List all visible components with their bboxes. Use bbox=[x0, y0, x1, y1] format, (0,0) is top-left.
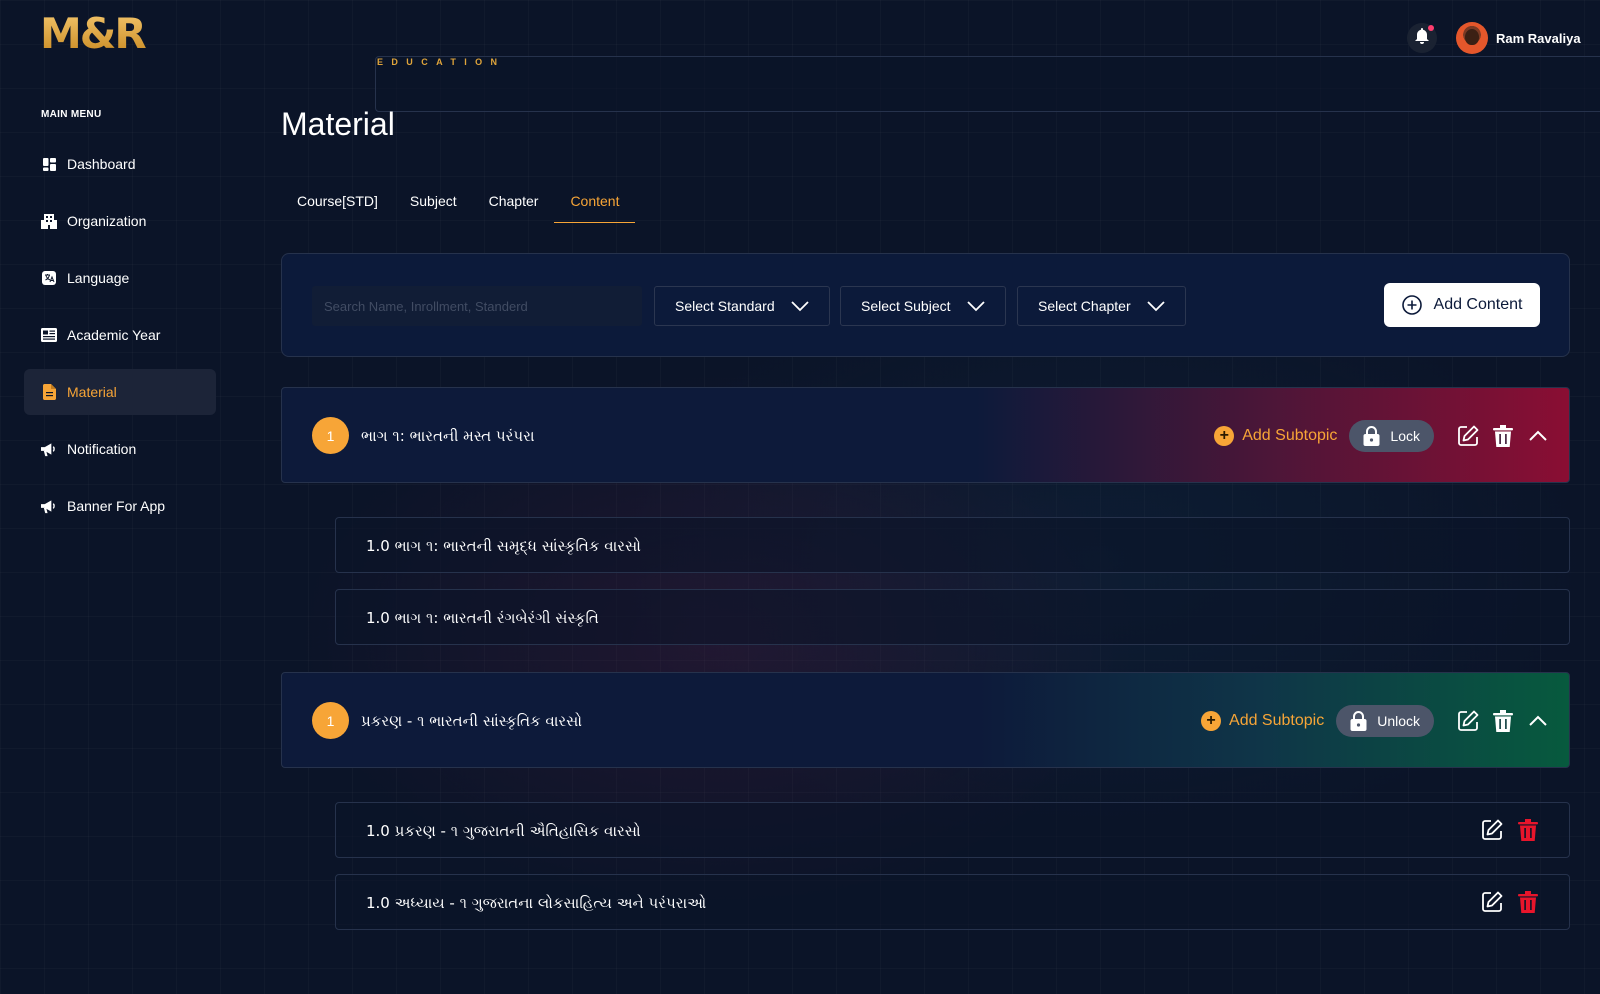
topic-actions: + Add Subtopic Lock bbox=[1214, 419, 1551, 453]
megaphone-icon bbox=[41, 441, 57, 457]
subtopic-actions bbox=[1469, 889, 1541, 915]
sidebar-item-label: Dashboard bbox=[67, 156, 136, 172]
tab-course-std[interactable]: Course[STD] bbox=[281, 183, 394, 223]
chevron-up-icon[interactable] bbox=[1525, 423, 1551, 449]
subtopic-title: 1.0 પ્રકરણ - ૧ ગુજરાતની ઐતિહાસિક વારસો bbox=[366, 822, 641, 840]
sidebar-item-label: Academic Year bbox=[67, 327, 161, 343]
translate-icon bbox=[41, 270, 57, 286]
subtopic-actions bbox=[1469, 817, 1541, 843]
sidebar-item-dashboard[interactable]: Dashboard bbox=[24, 141, 216, 187]
trash-icon[interactable] bbox=[1490, 708, 1516, 734]
select-chapter-dropdown[interactable]: Select Chapter bbox=[1017, 286, 1186, 326]
sidebar-item-label: Notification bbox=[67, 441, 137, 457]
logo-subtitle: EDUCATION bbox=[375, 56, 1600, 112]
plus-icon: + bbox=[1201, 711, 1222, 731]
filter-panel: Select Standard Select Subject Select Ch… bbox=[281, 253, 1570, 357]
sidebar-item-academic-year[interactable]: Academic Year bbox=[24, 312, 216, 358]
lock-label: Unlock bbox=[1377, 713, 1420, 729]
topic-number: 1 bbox=[312, 417, 349, 454]
document-icon bbox=[41, 384, 57, 400]
select-standard-dropdown[interactable]: Select Standard bbox=[654, 286, 830, 326]
unlock-toggle-button[interactable]: Unlock bbox=[1336, 705, 1434, 737]
lock-label: Lock bbox=[1390, 428, 1420, 444]
sidebar-item-label: Banner For App bbox=[67, 498, 166, 514]
trash-icon[interactable] bbox=[1490, 423, 1516, 449]
sidebar-item-notification[interactable]: Notification bbox=[24, 426, 216, 472]
tab-subject[interactable]: Subject bbox=[394, 183, 473, 223]
tab-chapter[interactable]: Chapter bbox=[473, 183, 555, 223]
avatar[interactable] bbox=[1456, 22, 1488, 54]
logo-mark: M&R bbox=[40, 12, 160, 56]
topic-card[interactable]: 1 પ્રકરણ - ૧ ભારતની સાંસ્કૃતિક વારસો + A… bbox=[281, 672, 1570, 768]
sidebar-item-label: Language bbox=[67, 270, 130, 286]
newspaper-icon bbox=[41, 327, 57, 343]
dashboard-icon bbox=[41, 156, 57, 172]
sidebar-item-organization[interactable]: Organization bbox=[24, 198, 216, 244]
sidebar-item-label: Material bbox=[67, 384, 117, 400]
topic-actions: + Add Subtopic Unlock bbox=[1201, 704, 1551, 738]
subtopic-title: 1.0 અધ્યાય - ૧ ગુજરાતના લોકસાહિત્ય અને પ… bbox=[366, 894, 707, 912]
megaphone-icon bbox=[41, 498, 57, 514]
lock-icon bbox=[1350, 711, 1367, 731]
chevron-down-icon bbox=[1147, 299, 1165, 315]
page-title: Material bbox=[281, 106, 395, 142]
topic-title: પ્રકરણ - ૧ ભારતની સાંસ્કૃતિક વારસો bbox=[361, 712, 583, 730]
main-menu-title: MAIN MENU bbox=[41, 109, 102, 120]
chevron-down-icon bbox=[967, 299, 985, 315]
plus-icon: + bbox=[1214, 426, 1235, 446]
add-content-button[interactable]: Add Content bbox=[1384, 283, 1540, 327]
subtopic-row[interactable]: 1.0 પ્રકરણ - ૧ ગુજરાતની ઐતિહાસિક વારસો bbox=[335, 802, 1570, 858]
lock-icon bbox=[1363, 426, 1380, 446]
subtopic-row[interactable]: 1.0 અધ્યાય - ૧ ગુજરાતના લોકસાહિત્ય અને પ… bbox=[335, 874, 1570, 930]
add-subtopic-label: Add Subtopic bbox=[1229, 712, 1325, 729]
subtopic-title: 1.0 ભાગ ૧: ભારતની સમૃદ્ધ સાંસ્કૃતિક વારસ… bbox=[366, 537, 641, 555]
select-subject-dropdown[interactable]: Select Subject bbox=[840, 286, 1006, 326]
lock-toggle-button[interactable]: Lock bbox=[1349, 420, 1434, 452]
search-input[interactable] bbox=[312, 286, 642, 326]
sidebar-item-label: Organization bbox=[67, 213, 147, 229]
add-content-label: Add Content bbox=[1433, 296, 1523, 313]
brand-logo: M&R EDUCATION bbox=[40, 12, 1600, 112]
sidebar-item-language[interactable]: Language bbox=[24, 255, 216, 301]
chevron-up-icon[interactable] bbox=[1525, 708, 1551, 734]
select-chapter-label: Select Chapter bbox=[1038, 298, 1131, 314]
trash-icon[interactable] bbox=[1515, 817, 1541, 843]
bell-icon bbox=[1415, 27, 1429, 49]
select-subject-label: Select Subject bbox=[861, 298, 951, 314]
subtopic-row[interactable]: 1.0 ભાગ ૧: ભારતની રંગબેરંગી સંસ્કૃતિ bbox=[335, 589, 1570, 645]
add-subtopic-label: Add Subtopic bbox=[1242, 427, 1338, 444]
edit-icon[interactable] bbox=[1455, 708, 1481, 734]
building-icon bbox=[41, 213, 57, 229]
topic-title: ભાગ ૧: ભારતની મસ્ત પરંપરા bbox=[361, 427, 535, 445]
tab-content[interactable]: Content bbox=[554, 183, 636, 223]
subtopic-title: 1.0 ભાગ ૧: ભારતની રંગબેરંગી સંસ્કૃતિ bbox=[366, 609, 599, 627]
user-name[interactable]: Ram Ravaliya bbox=[1496, 31, 1581, 46]
notification-bell-button[interactable] bbox=[1407, 23, 1437, 53]
topic-card[interactable]: 1 ભાગ ૧: ભારતની મસ્ત પરંપરા + Add Subtop… bbox=[281, 387, 1570, 483]
edit-icon[interactable] bbox=[1479, 817, 1505, 843]
edit-icon[interactable] bbox=[1455, 423, 1481, 449]
chevron-down-icon bbox=[791, 299, 809, 315]
add-subtopic-button[interactable]: + Add Subtopic bbox=[1201, 711, 1324, 731]
sidebar-item-material[interactable]: Material bbox=[24, 369, 216, 415]
select-standard-label: Select Standard bbox=[675, 298, 775, 314]
sidebar-item-banner-for-app[interactable]: Banner For App bbox=[24, 483, 216, 529]
material-tabs: Course[STD] Subject Chapter Content bbox=[281, 183, 636, 223]
notification-dot bbox=[1428, 25, 1434, 31]
sidebar-nav: Dashboard Organization Language Academic… bbox=[24, 141, 216, 540]
plus-circle-icon bbox=[1401, 295, 1422, 315]
subtopic-row[interactable]: 1.0 ભાગ ૧: ભારતની સમૃદ્ધ સાંસ્કૃતિક વારસ… bbox=[335, 517, 1570, 573]
trash-icon[interactable] bbox=[1515, 889, 1541, 915]
edit-icon[interactable] bbox=[1479, 889, 1505, 915]
topic-number: 1 bbox=[312, 702, 349, 739]
add-subtopic-button[interactable]: + Add Subtopic bbox=[1214, 426, 1337, 446]
